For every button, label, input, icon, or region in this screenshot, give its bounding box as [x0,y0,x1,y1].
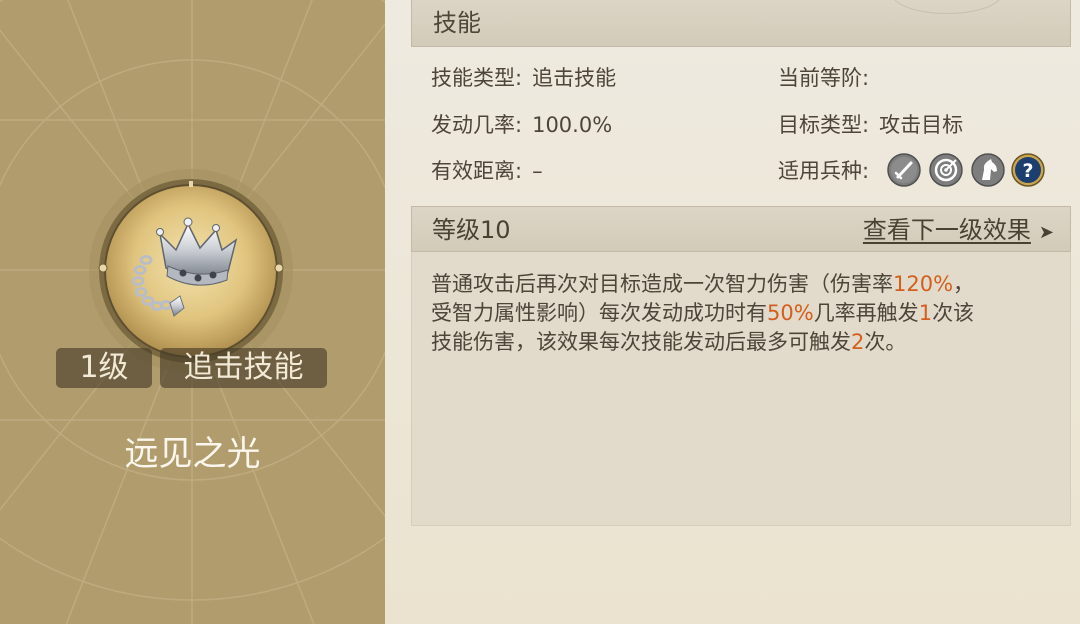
header-decor-arc [892,0,1002,14]
damage-rate-value: 120% [893,272,954,296]
trigger-rate-row: 发动几率: 100.0% [431,110,612,140]
skill-portrait-panel: 1级 追击技能 远见之光 [0,0,385,624]
question-icon[interactable]: ? [1011,153,1045,187]
effective-range-value: – [532,159,543,183]
level-section-header: 等级10 查看下一级效果 ➤ [411,206,1071,252]
current-tier-label: 当前等阶: [778,66,870,90]
description-line-1: 普通攻击后再次对目标造成一次智力伤害（伤害率120%， [431,272,975,296]
applicable-troops-row: 适用兵种: [778,156,879,186]
skill-name: 远见之光 [124,434,261,474]
target-type-value: 攻击目标 [879,113,964,137]
view-next-level-link[interactable]: 查看下一级效果 ➤ [863,213,1054,250]
level-title: 等级10 [432,216,511,244]
skills-section-header: 技能 [411,0,1071,47]
horse-icon[interactable] [971,153,1005,187]
effective-range-row: 有效距离: – [431,156,543,186]
skills-section-title: 技能 [433,9,481,37]
view-next-level-label: 查看下一级效果 [862,216,1031,244]
effective-range-label: 有效距离: [431,159,523,183]
skill-type-value: 追击技能 [532,66,617,90]
trigger-rate-value: 100.0% [532,113,613,137]
max-trigger-value: 2 [851,330,865,354]
target-icon[interactable] [929,153,963,187]
target-type-label: 目标类型: [778,113,870,137]
retrigger-count-value: 1 [918,301,933,325]
trigger-rate-label: 发动几率: [431,113,523,137]
applicable-troops-label: 适用兵种: [778,159,870,183]
current-tier-row: 当前等阶: [778,63,879,93]
skill-level-badge: 1级 [56,348,152,388]
retrigger-chance-value: 50% [767,301,814,325]
description-line-2: 受智力属性影响）每次发动成功时有50%几率再触发1次该 [431,301,975,325]
skill-icon-medallion [89,169,293,373]
description-line-3: 技能伤害，该效果每次技能发动后最多可触发2次。 [431,330,907,354]
arrow-right-icon: ➤ [1038,222,1054,243]
skill-type-row: 技能类型: 追击技能 [431,63,616,93]
skill-description: 普通攻击后再次对目标造成一次智力伤害（伤害率120%， 受智力属性影响）每次发动… [431,270,1061,357]
target-type-row: 目标类型: 攻击目标 [778,110,963,140]
skill-type-badge: 追击技能 [160,348,327,388]
svg-text:?: ? [1022,160,1033,182]
skill-type-label: 技能类型: [431,66,523,90]
sword-icon[interactable] [887,153,921,187]
